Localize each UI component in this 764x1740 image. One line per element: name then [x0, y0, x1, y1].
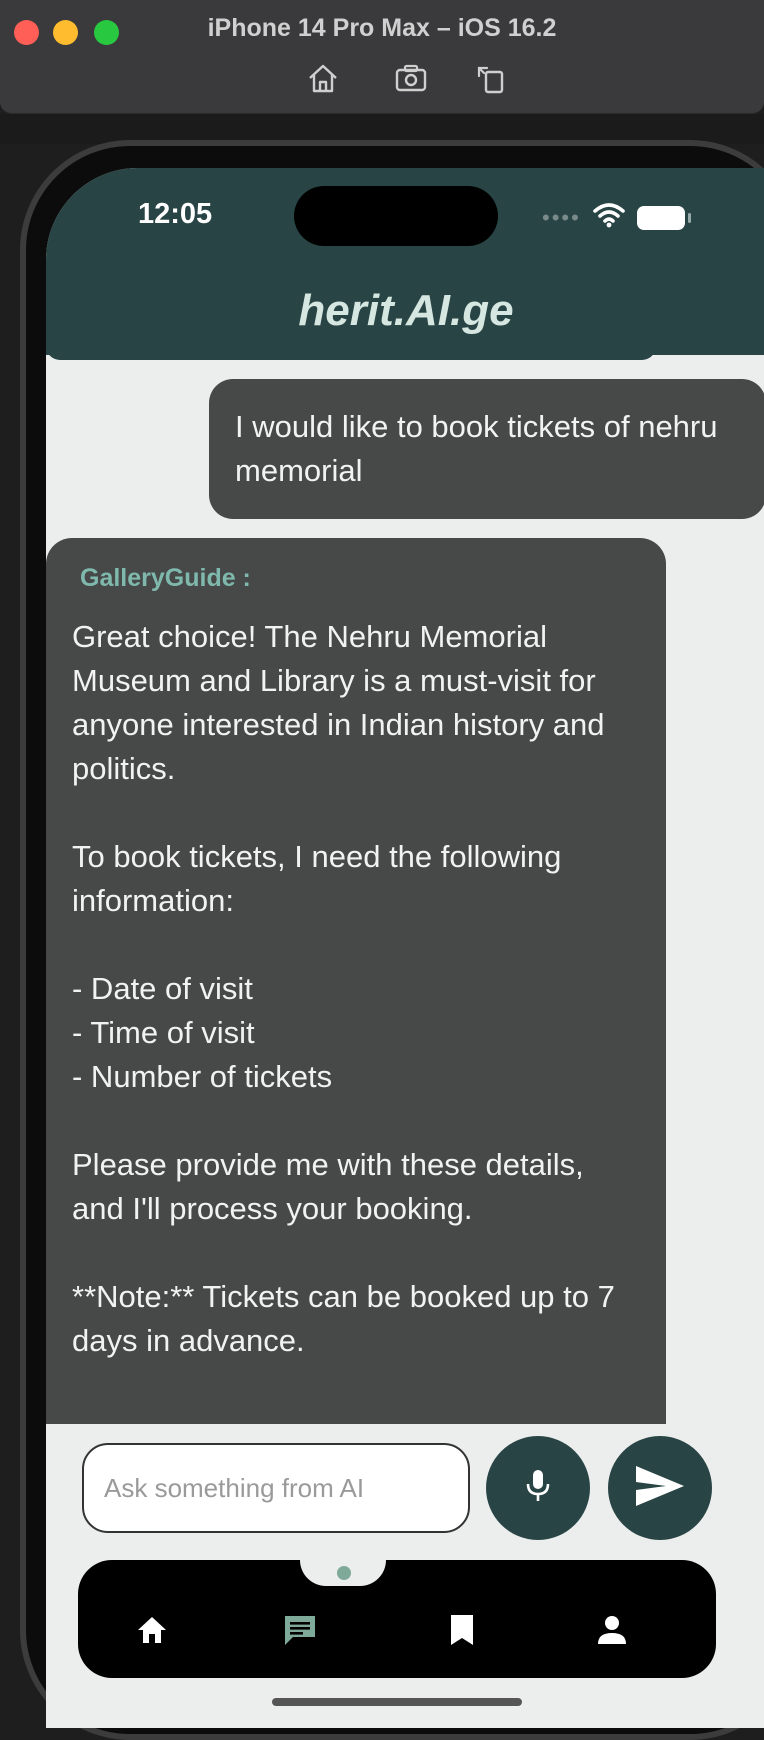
send-icon — [634, 1464, 686, 1513]
battery-icon — [636, 205, 691, 230]
microphone-icon — [523, 1468, 553, 1509]
dynamic-island — [294, 186, 498, 246]
app-header: 12:05 •••• herit.AI.ge — [46, 168, 764, 355]
nav-profile-button[interactable] — [592, 1612, 632, 1652]
status-time: 12:05 — [138, 198, 213, 230]
chat-input[interactable] — [82, 1443, 470, 1533]
wifi-icon — [593, 202, 625, 233]
simulator-titlebar: iPhone 14 Pro Max – iOS 16.2 — [0, 0, 764, 114]
chat-icon — [282, 1613, 318, 1652]
phone-screen: 12:05 •••• herit.AI.ge I would like to b… — [46, 168, 764, 1728]
home-icon — [136, 1615, 168, 1650]
status-icons: •••• — [542, 202, 691, 233]
mic-button[interactable] — [486, 1436, 590, 1540]
rotate-icon[interactable] — [474, 62, 508, 94]
nav-home-button[interactable] — [132, 1612, 172, 1652]
app-title: herit.AI.ge — [298, 286, 514, 335]
user-message-bubble: I would like to book tickets of nehru me… — [209, 379, 764, 519]
simulator-title: iPhone 14 Pro Max – iOS 16.2 — [207, 14, 557, 42]
active-indicator-dot — [337, 1566, 351, 1580]
send-button[interactable] — [608, 1436, 712, 1540]
composer-bar — [46, 1424, 764, 1564]
screenshot-icon[interactable] — [394, 62, 428, 94]
bottom-nav — [78, 1560, 716, 1678]
home-icon[interactable] — [306, 62, 340, 94]
home-indicator[interactable] — [272, 1698, 522, 1706]
nav-chat-button[interactable] — [280, 1612, 320, 1652]
cellular-dots-icon: •••• — [542, 204, 581, 230]
assistant-message-text: Great choice! The Nehru Memorial Museum … — [72, 619, 615, 1358]
previous-message-edge — [46, 346, 656, 360]
nav-bookmark-button[interactable] — [442, 1612, 482, 1652]
assistant-sender-name: GalleryGuide : — [80, 564, 251, 592]
bookmark-icon — [449, 1613, 475, 1652]
assistant-message-bubble: GalleryGuide : Great choice! The Nehru M… — [46, 538, 666, 1438]
profile-icon — [596, 1614, 628, 1651]
